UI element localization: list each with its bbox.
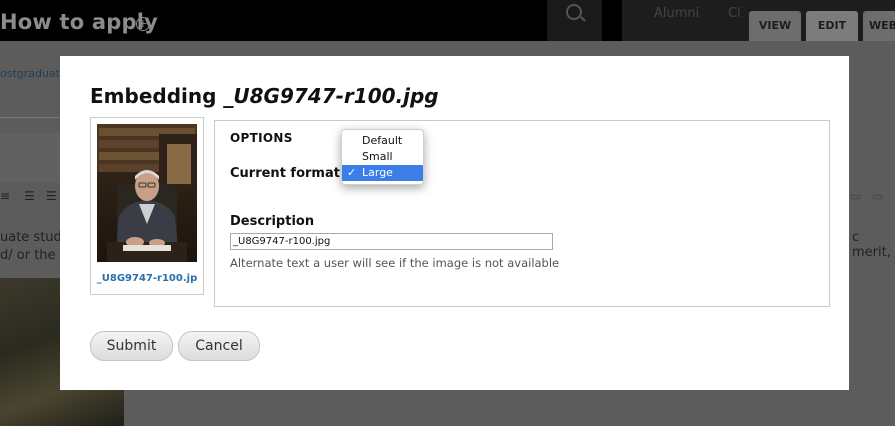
- cancel-button[interactable]: Cancel: [178, 331, 260, 361]
- nav-item-alumni[interactable]: Alumni: [654, 6, 699, 21]
- add-icon[interactable]: +: [136, 17, 150, 31]
- editor-toolbar: ≡ ☰ ☰: [0, 190, 62, 206]
- format-dropdown[interactable]: Default Small ✓ Large: [341, 129, 424, 185]
- page-title: How to apply: [0, 10, 159, 34]
- thumbnail-caption[interactable]: _U8G9747-r100.jp: [91, 273, 203, 284]
- checkmark-icon: ✓: [347, 166, 357, 179]
- format-option-label: Small: [362, 150, 393, 163]
- nav-item-more[interactable]: Cl: [728, 6, 741, 21]
- toolbar-icon[interactable]: ▭: [872, 190, 884, 202]
- dialog-title-filename: _U8G9747-r100.jpg: [223, 84, 439, 108]
- body-text: d/ or the a: [0, 248, 68, 263]
- breadcrumb-link[interactable]: ostgraduate: [0, 67, 67, 80]
- options-fieldset: OPTIONS Current format is Description _U…: [214, 120, 830, 307]
- title-field[interactable]: [0, 133, 62, 183]
- align-icon[interactable]: ≡: [0, 190, 12, 202]
- format-option-label: Large: [362, 166, 393, 179]
- editor-toolbar-right: ▭ ▭: [848, 190, 895, 206]
- body-text: c merit,: [852, 230, 891, 260]
- description-help: Alternate text a user will see if the im…: [230, 256, 560, 270]
- options-legend: OPTIONS: [230, 131, 293, 145]
- thumbnail-card: _U8G9747-r100.jp: [90, 117, 204, 295]
- submit-button[interactable]: Submit: [90, 331, 173, 361]
- tab-view[interactable]: VIEW: [749, 11, 801, 41]
- numbered-list-icon[interactable]: ☰: [46, 190, 58, 202]
- dialog-title: Embedding _U8G9747-r100.jpg: [90, 84, 439, 108]
- dialog-title-prefix: Embedding: [90, 84, 224, 108]
- tab-web[interactable]: WEB: [863, 11, 895, 41]
- embed-dialog: Embedding _U8G9747-r100.jpg _U8G9747-r10…: [60, 56, 849, 390]
- description-input[interactable]: _U8G9747-r100.jpg: [230, 233, 553, 250]
- toolbar-icon[interactable]: ▭: [850, 190, 862, 202]
- tab-edit[interactable]: EDIT: [806, 11, 858, 41]
- bulleted-list-icon[interactable]: ☰: [24, 190, 36, 202]
- format-label: Current format is: [230, 166, 357, 181]
- search-icon[interactable]: [566, 4, 582, 20]
- description-label: Description: [230, 214, 315, 229]
- format-option-small[interactable]: Small: [342, 149, 423, 165]
- format-option-label: Default: [362, 134, 403, 147]
- format-option-default[interactable]: Default: [342, 133, 423, 149]
- format-option-large[interactable]: ✓ Large: [342, 165, 423, 181]
- divider: [0, 117, 62, 118]
- thumbnail-image: [97, 124, 197, 262]
